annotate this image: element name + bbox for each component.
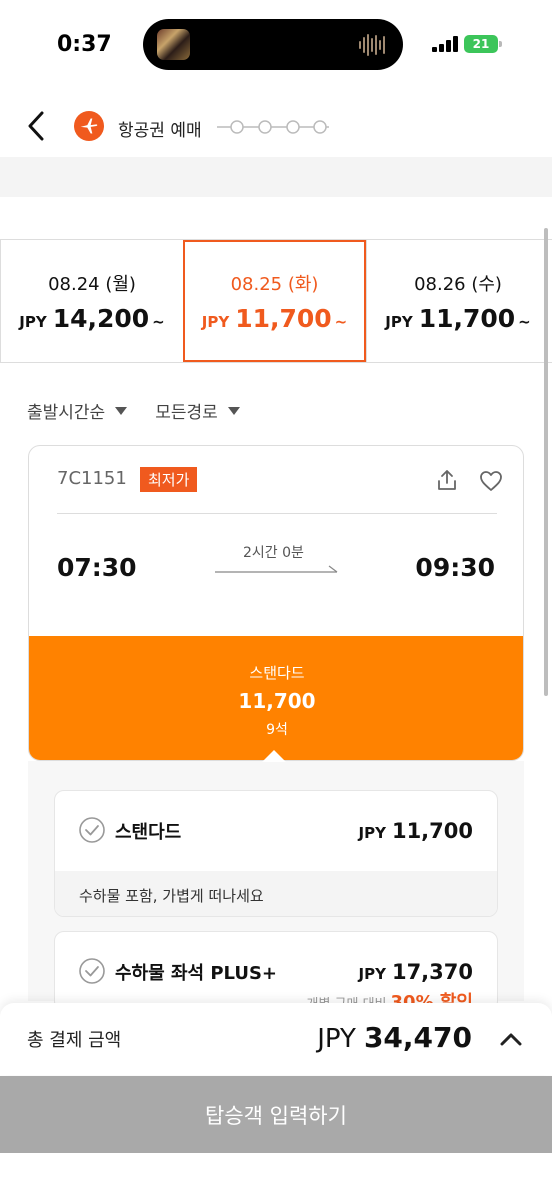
sort-label: 출발시간순 <box>27 403 106 423</box>
currency: JPY <box>19 312 47 331</box>
status-bar: 0:37 21 <box>0 0 552 90</box>
option-price: JPY 17,370 <box>359 960 473 984</box>
currency: JPY <box>385 312 413 331</box>
flight-duration: 2시간 0분 <box>243 545 304 561</box>
option-name: 스탠다드 <box>115 822 182 843</box>
page-title: 항공권 예매 <box>118 121 202 141</box>
cellular-signal-icon <box>432 36 458 52</box>
fare-standard-selected[interactable]: 스탠다드 11,700 9석 <box>29 636 523 760</box>
price-suffix: ~ <box>518 312 531 331</box>
option-standard[interactable]: 스탠다드 JPY 11,700 수하물 포함, 가볍게 떠나세요 <box>54 790 498 917</box>
check-circle-icon <box>79 958 105 984</box>
battery-tip <box>499 41 502 47</box>
flight-number: 7C1151 <box>57 468 127 489</box>
option-name: 수하물 좌석 PLUS+ <box>115 963 278 984</box>
route-arrow-icon <box>215 565 338 573</box>
check-circle-icon <box>79 817 105 843</box>
date-tab-0825[interactable]: 08.25 (화) JPY 11,700 ~ <box>183 240 366 362</box>
route-dropdown[interactable]: 모든경로 <box>155 398 240 423</box>
date-price: JPY 11,700 ~ <box>202 304 348 333</box>
sort-dropdown[interactable]: 출발시간순 <box>27 398 128 423</box>
total-label: 총 결제 금액 <box>27 1030 122 1051</box>
status-time: 0:37 <box>57 32 112 57</box>
lowest-price-badge: 최저가 <box>140 467 198 492</box>
scrolled-summary-strip <box>0 157 552 197</box>
option-baggage-seat-plus[interactable]: 수하물 좌석 PLUS+ JPY 17,370 개별 구매 대비30% 할인 <box>54 931 498 1011</box>
share-icon[interactable] <box>435 468 459 492</box>
date-tab-0826[interactable]: 08.26 (수) JPY 11,700 ~ <box>366 240 549 362</box>
price-amount: 17,370 <box>391 960 473 984</box>
route-label: 모든경로 <box>155 403 218 423</box>
price-suffix: ~ <box>152 312 165 331</box>
chevron-up-icon[interactable] <box>498 1029 524 1049</box>
price-amount: 11,700 <box>391 819 473 843</box>
dynamic-island <box>143 19 403 70</box>
option-price: JPY 11,700 <box>359 819 473 843</box>
date-price: JPY 14,200 ~ <box>19 304 165 333</box>
date-price: JPY 11,700 ~ <box>385 304 531 333</box>
total-amount: 34,470 <box>363 1021 472 1054</box>
date-label: 08.25 (화) <box>230 273 319 295</box>
fare-name: 스탠다드 <box>249 664 305 682</box>
battery-level: 21 <box>472 37 490 51</box>
chevron-left-icon <box>28 111 44 141</box>
date-label: 08.24 (월) <box>48 273 136 295</box>
divider <box>57 513 497 514</box>
date-selector: 08.24 (월) JPY 14,200 ~ 08.25 (화) JPY 11,… <box>0 239 552 363</box>
price-suffix: ~ <box>334 312 348 331</box>
option-description: 수하물 포함, 가볍게 떠나세요 <box>55 871 497 916</box>
plane-icon <box>74 111 104 141</box>
app-header: 항공권 예매 <box>0 95 552 157</box>
departure-time: 07:30 <box>57 553 137 582</box>
total-price: JPY 34,470 <box>317 1021 472 1054</box>
currency: JPY <box>358 824 386 842</box>
price-amount: 11,700 <box>418 303 516 333</box>
back-button[interactable] <box>22 109 52 143</box>
caret-down-icon <box>115 406 128 415</box>
heart-icon[interactable] <box>479 470 503 492</box>
currency: JPY <box>201 312 230 331</box>
step-progress-indicator <box>217 120 329 134</box>
filter-bar: 출발시간순 모든경로 <box>27 398 240 423</box>
fare-price: 11,700 <box>238 689 316 713</box>
enter-passenger-button[interactable]: 탑승객 입력하기 <box>0 1076 552 1153</box>
date-label: 08.26 (수) <box>414 273 502 295</box>
caret-down-icon <box>227 406 240 415</box>
album-art-icon <box>157 29 190 60</box>
battery-icon: 21 <box>464 35 498 53</box>
flight-card: 7C1151 최저가 07:30 2시간 0분 09:30 스탠다드 11,70… <box>28 445 524 761</box>
pointer-notch <box>262 750 286 762</box>
price-amount: 11,700 <box>235 303 332 333</box>
audio-wave-icon <box>359 33 389 57</box>
scrollbar[interactable] <box>544 228 548 696</box>
price-amount: 14,200 <box>52 303 150 333</box>
currency: JPY <box>317 1024 356 1054</box>
total-summary-bar: 총 결제 금액 JPY 34,470 <box>0 1003 552 1075</box>
date-tab-0824[interactable]: 08.24 (월) JPY 14,200 ~ <box>0 240 183 362</box>
fare-seats: 9석 <box>266 722 288 738</box>
arrival-time: 09:30 <box>415 553 495 582</box>
currency: JPY <box>358 965 386 983</box>
